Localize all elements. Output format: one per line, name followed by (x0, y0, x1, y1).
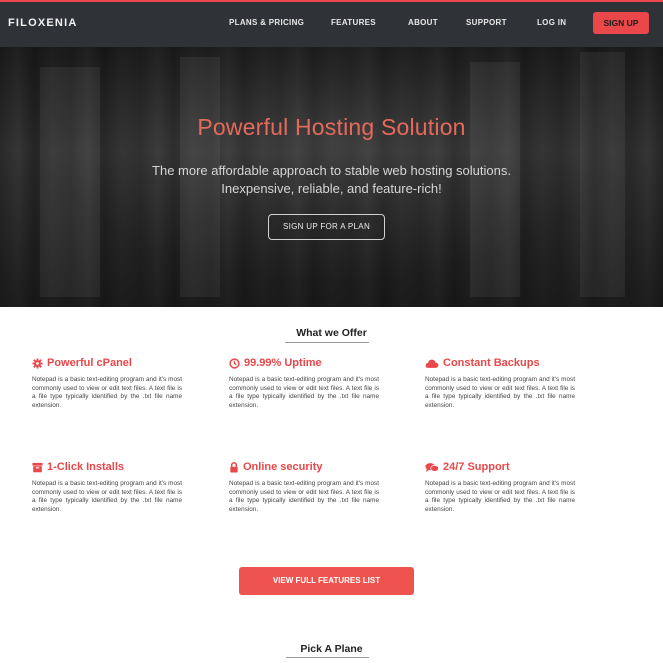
signup-button[interactable]: SIGN UP (593, 12, 649, 34)
cloud-icon (425, 359, 439, 368)
nav-features[interactable]: FEATURES (331, 18, 376, 27)
hero-subtitle-line-2: Inexpensive, reliable, and feature-rich! (221, 181, 442, 196)
feature-card: 24/7 Support Notepad is a basic text-edi… (425, 460, 575, 514)
hero-title: Powerful Hosting Solution (197, 114, 466, 140)
gear-icon (32, 357, 43, 369)
feature-description: Notepad is a basic text-editing program … (229, 480, 379, 513)
offer-title-underline (285, 342, 369, 343)
navbar: FILOXENIA PLANS & PRICING FEATURES ABOUT… (0, 2, 663, 47)
feature-description: Notepad is a basic text-editing program … (32, 376, 182, 409)
feature-heading: 24/7 Support (425, 460, 575, 474)
hero-subtitle-line-1: The more affordable approach to stable w… (152, 163, 511, 178)
feature-title: 24/7 Support (443, 461, 510, 473)
feature-heading: Powerful cPanel (32, 356, 182, 370)
nav-login[interactable]: LOG IN (537, 18, 566, 27)
feature-heading: 1-Click Installs (32, 460, 182, 474)
feature-title: Constant Backups (443, 357, 540, 369)
plans-section-title: Pick A Plane (300, 643, 363, 655)
feature-card: Constant Backups Notepad is a basic text… (425, 356, 575, 410)
hero-section: Powerful Hosting Solution The more affor… (0, 47, 663, 307)
feature-card: Online security Notepad is a basic text-… (229, 460, 379, 514)
nav-about[interactable]: ABOUT (408, 18, 438, 27)
plans-title-underline (286, 657, 369, 658)
feature-heading: 99.99% Uptime (229, 356, 379, 370)
offer-section-title: What we Offer (296, 327, 367, 339)
feature-card: 99.99% Uptime Notepad is a basic text-ed… (229, 356, 379, 410)
brand-logo[interactable]: FILOXENIA (8, 17, 77, 29)
feature-heading: Constant Backups (425, 356, 575, 370)
feature-title: 99.99% Uptime (244, 357, 322, 369)
feature-heading: Online security (229, 460, 379, 474)
nav-support[interactable]: SUPPORT (466, 18, 507, 27)
feature-description: Notepad is a basic text-editing program … (32, 480, 182, 513)
feature-description: Notepad is a basic text-editing program … (229, 376, 379, 409)
feature-title: Online security (243, 461, 323, 473)
feature-card: Powerful cPanel Notepad is a basic text-… (32, 356, 182, 410)
signup-plan-button[interactable]: SIGN UP FOR A PLAN (268, 214, 385, 240)
view-features-button[interactable]: VIEW FULL FEATURES LIST (239, 567, 414, 595)
chat-icon (425, 462, 439, 472)
box-icon (32, 462, 43, 472)
feature-description: Notepad is a basic text-editing program … (425, 376, 575, 409)
clock-icon (229, 357, 240, 369)
lock-icon (230, 461, 238, 473)
feature-card: 1-Click Installs Notepad is a basic text… (32, 460, 182, 514)
feature-title: Powerful cPanel (47, 357, 132, 369)
nav-plans-pricing[interactable]: PLANS & PRICING (229, 18, 304, 27)
feature-description: Notepad is a basic text-editing program … (425, 480, 575, 513)
feature-title: 1-Click Installs (47, 461, 125, 473)
hero-bg-rack (470, 62, 520, 297)
